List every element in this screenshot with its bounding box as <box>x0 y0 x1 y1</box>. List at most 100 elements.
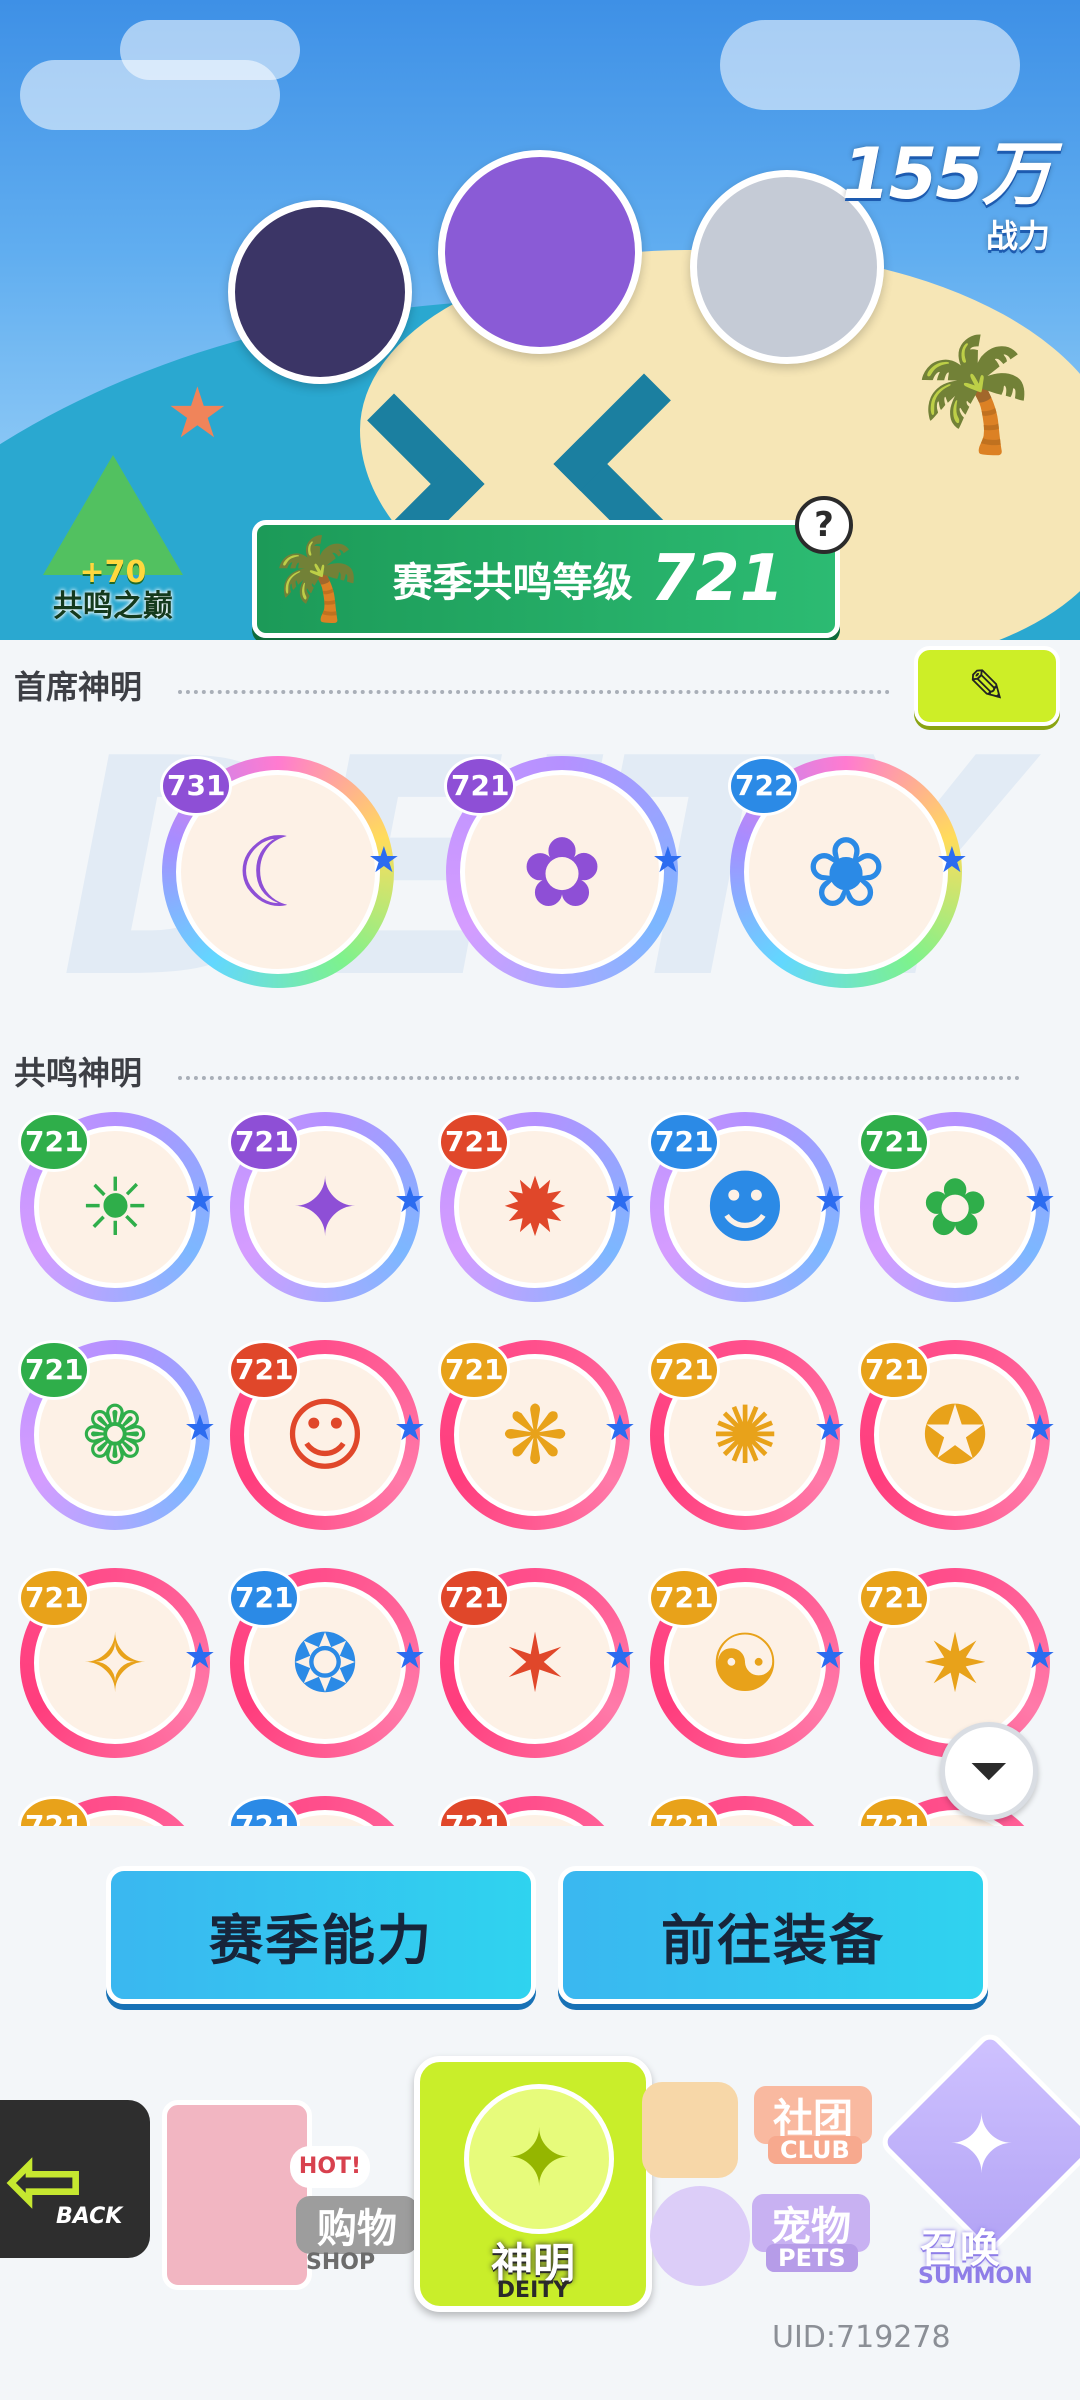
resonance-deity-medal[interactable]: ✦ 721 ★ <box>228 1112 426 1302</box>
team-character-2[interactable] <box>438 150 642 354</box>
combat-power: 155万 战力 <box>841 118 1052 257</box>
deity-level-badge: 721 <box>648 1568 721 1628</box>
resonance-deity-medal[interactable]: ✿ 721 ★ <box>858 1112 1056 1302</box>
back-button[interactable]: ⇦ BACK <box>0 2100 150 2258</box>
club-label-en: CLUB <box>768 2136 862 2164</box>
divider <box>178 690 890 694</box>
pets-label-en: PETS <box>766 2244 858 2272</box>
resonance-deity-medal[interactable]: ☀ 721 ★ <box>18 1112 216 1302</box>
star-icon: ★ <box>813 1408 846 1450</box>
back-label: BACK <box>56 2204 123 2229</box>
chief-deity-medal[interactable]: ❀ 722 ★ <box>728 756 968 988</box>
resonance-deity-medal[interactable]: ✪ 721 ★ <box>858 1340 1056 1530</box>
club-bag-icon <box>642 2082 738 2178</box>
deity-level-badge: 721 <box>444 756 517 816</box>
resonance-deity-medal[interactable]: ✶721★ <box>438 1796 630 1826</box>
deity-level-badge: 721 <box>858 1568 931 1628</box>
star-icon: ★ <box>183 1408 216 1450</box>
nav-deity[interactable]: ✦ 神明 DEITY <box>414 2056 652 2312</box>
sparkle-icon: ✦ <box>948 2098 1016 2191</box>
star-icon: ★ <box>393 1636 426 1678</box>
deity-level-badge: 721 <box>18 1568 91 1628</box>
deity-level-badge: 721 <box>18 1340 91 1400</box>
deity-level-badge: 721 <box>648 1112 721 1172</box>
resonance-deity-medal[interactable]: ✷721★ <box>858 1568 1056 1758</box>
resonance-deity-medal[interactable]: ✺ 721 ★ <box>648 1340 846 1530</box>
resonance-deity-medal[interactable]: ☯721★ <box>648 1796 840 1826</box>
starfish-icon: ★ <box>166 372 229 454</box>
star-icon: ★ <box>813 1180 846 1222</box>
chief-deity-medal[interactable]: ☾ 731 ★ <box>160 756 400 988</box>
season-level-banner: 🌴 赛季共鸣等级 721 <box>252 520 840 638</box>
star-icon: ★ <box>367 839 400 881</box>
nav-summon[interactable]: ✦ 召唤 SUMMON <box>876 2028 1080 2294</box>
deity-level-badge: 721 <box>228 1568 301 1628</box>
deity-level-badge: 721 <box>858 1340 931 1400</box>
deity-level-badge: 721 <box>438 1796 511 1826</box>
deity-level-badge: 721 <box>858 1112 931 1172</box>
season-ability-button[interactable]: 赛季能力 <box>106 1866 536 2004</box>
deity-level-badge: 721 <box>18 1112 91 1172</box>
star-icon: ★ <box>393 1408 426 1450</box>
deity-label-en: DEITY <box>496 2278 570 2303</box>
season-level-value: 721 <box>650 542 785 616</box>
cloud <box>720 20 1020 110</box>
resonance-deity-medal[interactable]: ❋ 721 ★ <box>438 1340 636 1530</box>
resonance-deity-medal[interactable]: ☻ 721 ★ <box>648 1112 846 1302</box>
question-icon[interactable]: ? <box>795 496 853 554</box>
deity-level-badge: 721 <box>438 1112 511 1172</box>
resonance-deity-medal[interactable]: ✹ 721 ★ <box>438 1112 636 1302</box>
summon-label-en: SUMMON <box>918 2264 1033 2289</box>
resonance-deity-medal[interactable]: ❁ 721 ★ <box>18 1340 216 1530</box>
deity-level-badge: 721 <box>228 1796 301 1826</box>
team-character-1[interactable] <box>228 200 412 384</box>
resonance-deity-medal[interactable]: ✧721★ <box>18 1796 210 1826</box>
resonance-deity-medal[interactable]: ❂721★ <box>228 1796 420 1826</box>
star-icon: ★ <box>603 1180 636 1222</box>
star-icon: ★ <box>603 1636 636 1678</box>
deity-level-badge: 722 <box>728 756 801 816</box>
star-icon: ★ <box>183 1180 216 1222</box>
nav-shop[interactable]: HOT! 购物 SHOP <box>150 2060 420 2300</box>
star-icon: ★ <box>393 1180 426 1222</box>
deity-level-badge: 721 <box>438 1568 511 1628</box>
resonance-deity-grid: ☀ 721 ★ ✦ 721 ★ ✹ 721 ★ ☻ 721 ★ ✿ 721 ★ ❁ 721 ★ ☺ 721 ★ ❋ 721 ★… <box>0 1100 1080 1826</box>
palm-tree-icon: 🌴 <box>905 330 1042 458</box>
shop-label-en: SHOP <box>306 2250 376 2275</box>
nav-pets[interactable]: 宠物 PETS <box>640 2184 880 2288</box>
deity-level-badge: 721 <box>858 1796 931 1826</box>
palm-tree-icon: 🌴 <box>267 532 367 625</box>
team-scene: ★ 🌴 155万 战力 +70 共鸣之巅 🌴 赛季共鸣等级 721 ? <box>0 0 1080 640</box>
resonance-deity-medal[interactable]: ☯721★ <box>648 1568 846 1758</box>
cloud <box>120 20 300 80</box>
user-id: UID:719278 <box>772 2320 951 2355</box>
deity-level-badge: 721 <box>18 1796 91 1826</box>
resonance-deity-medal[interactable]: ☺ 721 ★ <box>228 1340 426 1530</box>
deity-level-badge: 721 <box>438 1340 511 1400</box>
deity-mascot-icon: ✦ <box>464 2084 614 2234</box>
resonance-peak-badge[interactable]: +70 共鸣之巅 <box>28 455 198 625</box>
deity-level-badge: 731 <box>160 756 233 816</box>
resonance-deity-title: 共鸣神明 <box>14 1054 143 1092</box>
shop-label: 购物 <box>296 2196 418 2254</box>
go-equipment-button[interactable]: 前往装备 <box>558 1866 988 2004</box>
resonance-deity-medal[interactable]: ✧721★ <box>18 1568 216 1758</box>
peak-bonus: +70 <box>79 555 147 590</box>
star-icon: ★ <box>935 839 968 881</box>
filter-icon[interactable]: ⏷ <box>940 1722 1038 1820</box>
star-icon: ★ <box>813 1636 846 1678</box>
resonance-deity-medal[interactable]: ❂721★ <box>228 1568 426 1758</box>
hot-badge: HOT! <box>290 2146 370 2188</box>
star-icon: ★ <box>603 1408 636 1450</box>
combat-power-value: 155万 <box>841 133 1052 215</box>
deity-level-badge: 721 <box>228 1112 301 1172</box>
star-icon: ★ <box>183 1636 216 1678</box>
star-icon: ★ <box>651 839 684 881</box>
vending-machine-icon <box>162 2100 312 2290</box>
star-icon: ★ <box>1023 1408 1056 1450</box>
resonance-deity-medal[interactable]: ✶721★ <box>438 1568 636 1758</box>
nav-club[interactable]: 社团 CLUB <box>642 2076 882 2184</box>
deity-level-badge: 721 <box>648 1340 721 1400</box>
chief-deity-medal[interactable]: ✿ 721 ★ <box>444 756 684 988</box>
star-icon: ★ <box>1023 1636 1056 1678</box>
